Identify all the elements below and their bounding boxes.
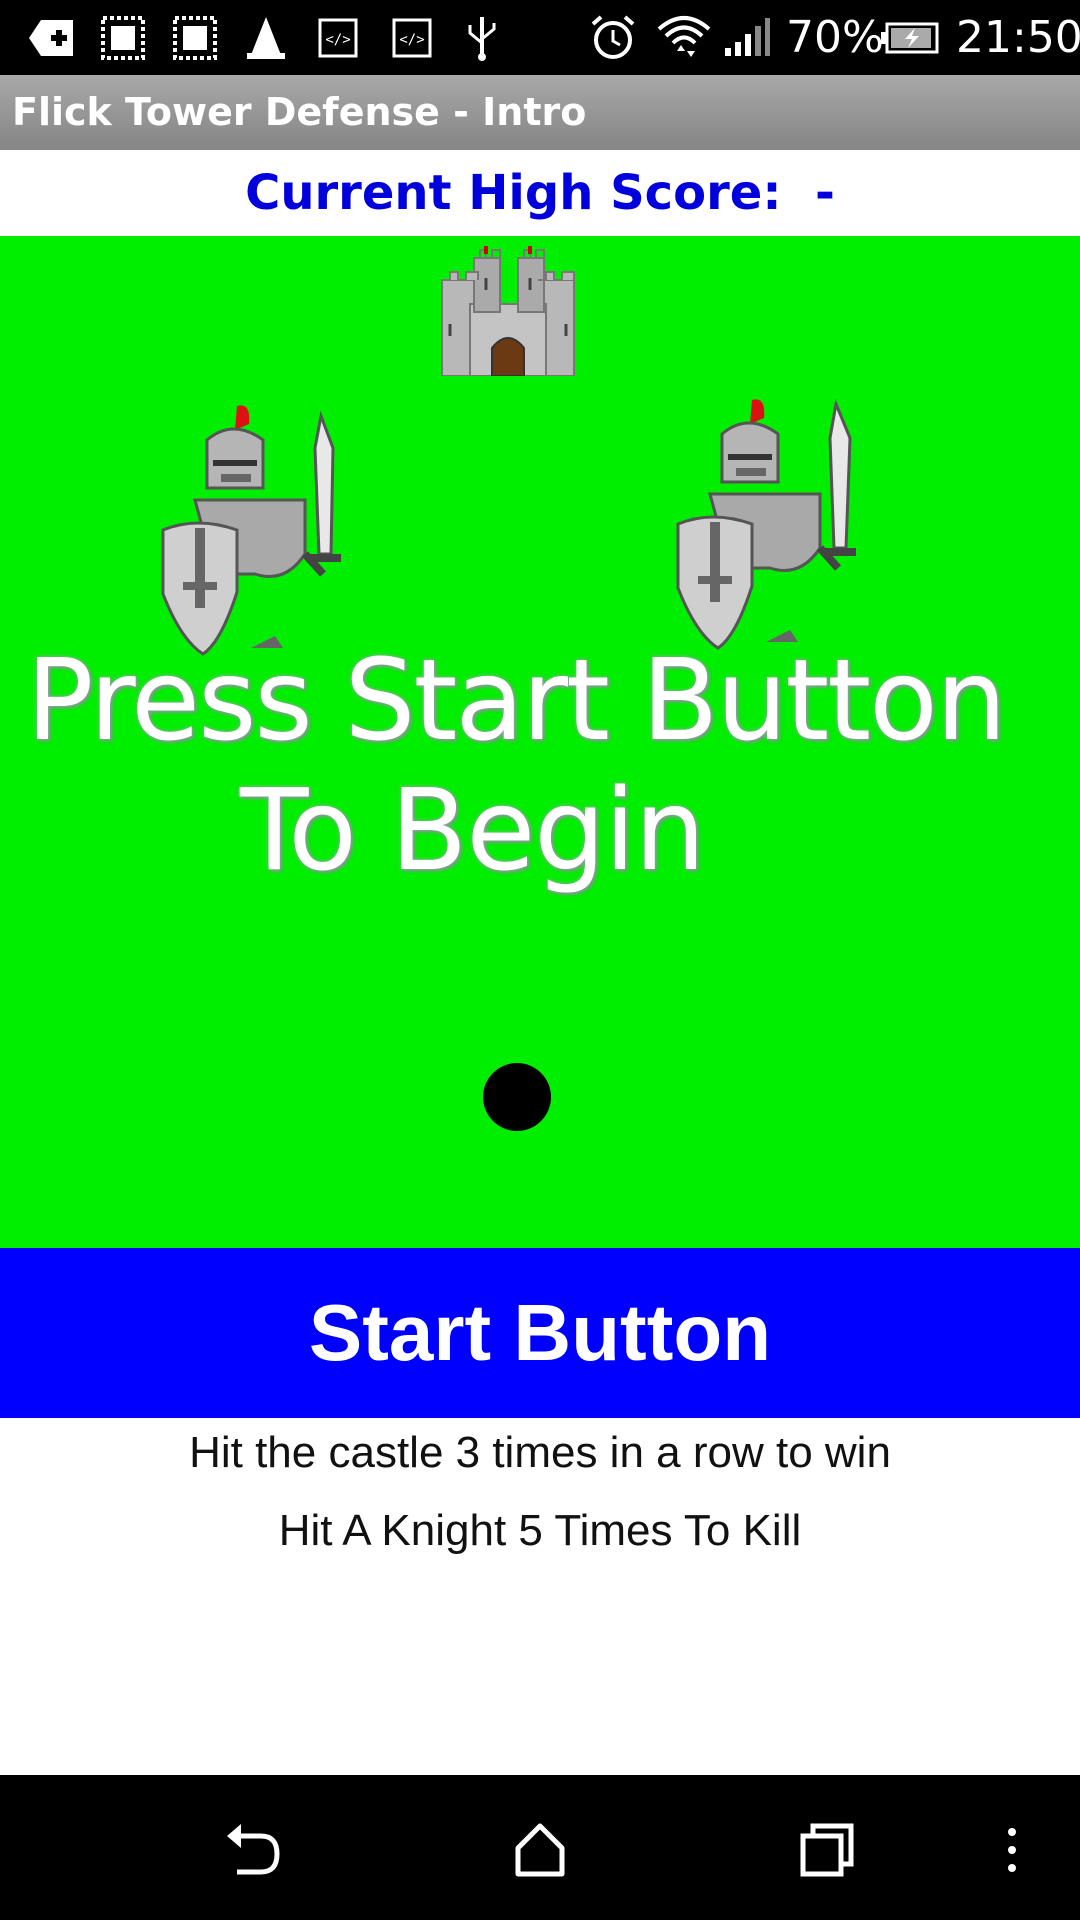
press-start-message: Press Start Button: [26, 636, 1007, 766]
navigation-bar: [0, 1775, 1080, 1920]
recents-icon[interactable]: [782, 1805, 872, 1895]
cone-icon: [246, 10, 286, 66]
photo-icon: [100, 10, 146, 66]
app-title: Flick Tower Defense - Intro: [12, 90, 587, 134]
instruction-text: Hit the castle 3 times in a row to win: [189, 1428, 891, 1477]
high-score-label: Current High Score: -: [245, 165, 835, 221]
instruction-text: Hit A Knight 5 Times To Kill: [278, 1506, 802, 1555]
alarm-icon: [588, 10, 638, 66]
status-bar: </> </> 70% 21:50: [0, 0, 1080, 75]
usb-icon: [462, 10, 502, 66]
menu-icon[interactable]: [982, 1805, 1042, 1895]
code-icon: </>: [316, 10, 360, 66]
back-icon[interactable]: [208, 1805, 298, 1895]
app-title-bar: Flick Tower Defense - Intro: [0, 75, 1080, 150]
svg-text:</>: </>: [399, 32, 424, 48]
add-icon: [28, 10, 74, 66]
wifi-icon: [656, 10, 712, 66]
game-area[interactable]: Press Start Button To Begin: [0, 236, 1080, 1248]
start-button[interactable]: Start Button: [0, 1248, 1080, 1418]
svg-text:</>: </>: [325, 32, 350, 48]
ball-sprite[interactable]: [483, 1063, 551, 1131]
battery-charging-icon: [880, 10, 940, 66]
photo-icon: [172, 10, 218, 66]
screen: </> </> 70% 21:50 Flick Tower Defense - …: [0, 0, 1080, 1920]
battery-percent: 70%: [786, 12, 884, 63]
press-start-message: To Begin: [240, 766, 705, 896]
home-icon[interactable]: [495, 1805, 585, 1895]
knight-sprite[interactable]: [670, 398, 870, 658]
castle-sprite[interactable]: [434, 244, 582, 376]
clock: 21:50: [956, 12, 1080, 63]
signal-icon: [722, 10, 772, 66]
code-icon: </>: [390, 10, 434, 66]
knight-sprite[interactable]: [155, 404, 355, 664]
